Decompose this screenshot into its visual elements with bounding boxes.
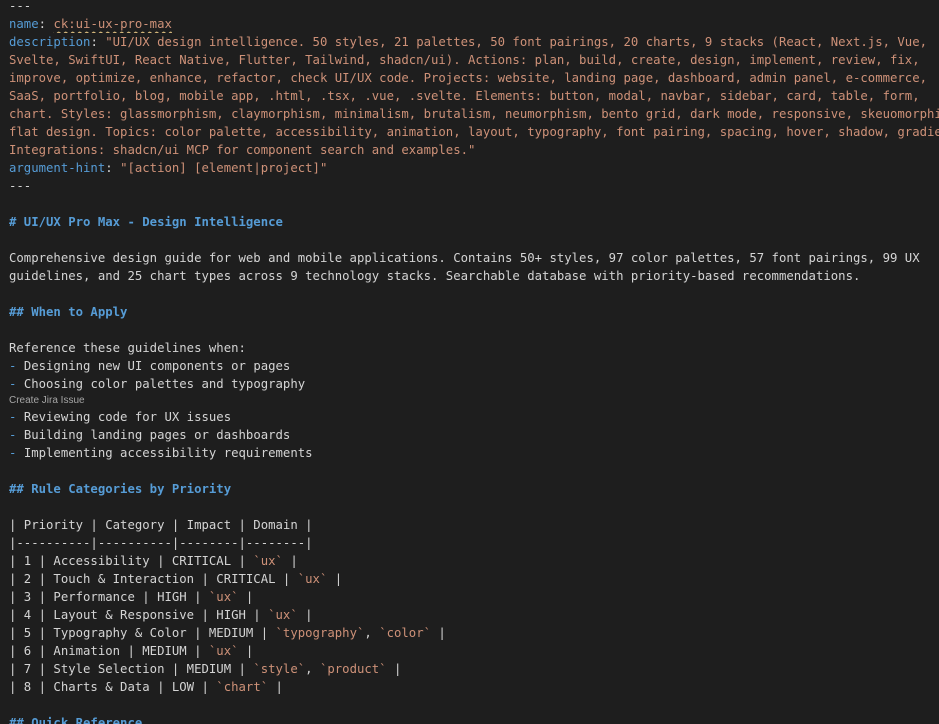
description-continuation: SaaS, portfolio, blog, mobile app, .html… <box>9 89 920 103</box>
domain-tag: `product` <box>319 662 387 676</box>
table-row-end: | <box>282 554 298 568</box>
list-item: - Building landing pages or dashboards <box>9 426 939 444</box>
when-intro: Reference these guidelines when: <box>9 341 246 355</box>
description-continuation: Svelte, SwiftUI, React Native, Flutter, … <box>9 53 920 67</box>
table-row-end: | <box>327 572 343 586</box>
table-row: | 1 | Accessibility | CRITICAL | `ux` | <box>9 552 939 570</box>
when-heading: ## When to Apply <box>9 305 128 319</box>
table-row: | 4 | Layout & Responsive | HIGH | `ux` … <box>9 606 939 624</box>
name-key: name <box>9 17 39 31</box>
codelens-create-jira-issue[interactable]: Create Jira Issue <box>9 395 85 407</box>
domain-tag: `ux` <box>208 644 239 658</box>
domain-tag: `ux` <box>208 590 239 604</box>
domain-tag: `chart` <box>216 680 269 694</box>
frontmatter-close: --- <box>9 179 32 193</box>
list-item-text: Implementing accessibility requirements <box>23 446 313 460</box>
description-continuation: chart. Styles: glassmorphism, claymorphi… <box>9 107 939 121</box>
domain-tag: `ux` <box>253 554 283 568</box>
table-row: | 5 | Typography & Color | MEDIUM | `typ… <box>9 626 446 640</box>
page-title: # UI/UX Pro Max - Design Intelligence <box>9 215 283 229</box>
frontmatter-hint-line: argument-hint: "[action] [element|projec… <box>9 161 328 175</box>
table-row-end: | <box>386 662 402 676</box>
table-row-end: | <box>238 644 254 658</box>
table-row-cells: | 7 | Style Selection | MEDIUM | <box>9 662 254 676</box>
table-row-cells: | 6 | Animation | MEDIUM | <box>9 644 209 658</box>
frontmatter-description-line: description: "UI/UX design intelligence.… <box>9 35 928 49</box>
intro-line: Comprehensive design guide for web and m… <box>9 251 920 265</box>
argument-hint-value: "[action] [element|project]" <box>120 161 328 175</box>
argument-hint-key: argument-hint <box>9 161 106 175</box>
table-header: | Priority | Category | Impact | Domain … <box>9 518 313 532</box>
domain-tag: `ux` <box>297 572 328 586</box>
table-row-end: | <box>268 680 283 694</box>
table-row-end: | <box>431 626 446 640</box>
list-item-text: Building landing pages or dashboards <box>23 428 291 442</box>
table-row: | 7 | Style Selection | MEDIUM | `style`… <box>9 662 402 676</box>
domain-tag: `style` <box>253 662 306 676</box>
intro-line: guidelines, and 25 chart types across 9 … <box>9 269 861 283</box>
table-row-end: | <box>297 608 313 622</box>
list-item: - Choosing color palettes and typography <box>9 375 939 393</box>
rules-heading: ## Rule Categories by Priority <box>9 482 232 496</box>
domain-tag: `typography` <box>275 626 365 640</box>
domain-tag: `ux` <box>268 608 298 622</box>
list-item-text: Reviewing code for UX issues <box>23 410 232 424</box>
table-row: | 6 | Animation | MEDIUM | `ux` | <box>9 642 939 660</box>
list-item-text: Designing new UI components or pages <box>23 359 291 373</box>
list-item: - Reviewing code for UX issues <box>9 408 939 426</box>
table-separator: |----------|----------|--------|--------… <box>9 536 313 550</box>
table-row-cells: | 3 | Performance | HIGH | <box>9 590 209 604</box>
name-value: ck:ui-ux-pro-max <box>53 17 172 31</box>
editor-pane[interactable]: --- name: ck:ui-ux-pro-max description: … <box>0 0 939 724</box>
list-item: - Designing new UI components or pages <box>9 357 939 375</box>
table-row: | 3 | Performance | HIGH | `ux` | <box>9 588 939 606</box>
description-continuation: flat design. Topics: color palette, acce… <box>9 125 939 139</box>
table-row-cells: | 1 | Accessibility | CRITICAL | <box>9 554 254 568</box>
frontmatter-open: --- <box>9 0 32 13</box>
table-row-cells: | 4 | Layout & Responsive | HIGH | <box>9 608 269 622</box>
table-row: | 2 | Touch & Interaction | CRITICAL | `… <box>9 570 939 588</box>
table-row: | 8 | Charts & Data | LOW | `chart` | <box>9 678 939 696</box>
domain-tag: `color` <box>379 626 432 640</box>
description-text: "UI/UX design intelligence. 50 styles, 2… <box>105 35 928 49</box>
quick-reference-heading: ## Quick Reference <box>9 716 143 724</box>
description-key: description <box>9 35 91 49</box>
table-row-cells: | 8 | Charts & Data | LOW | <box>9 680 217 694</box>
list-item-text: Choosing color palettes and typography <box>23 377 306 391</box>
list-item: - Implementing accessibility requirement… <box>9 444 939 462</box>
table-row-cells: | 5 | Typography & Color | MEDIUM | <box>9 626 276 640</box>
description-continuation: improve, optimize, enhance, refactor, ch… <box>9 71 928 85</box>
frontmatter-name-line: name: ck:ui-ux-pro-max <box>9 17 172 31</box>
description-continuation: Integrations: shadcn/ui MCP for componen… <box>9 143 476 157</box>
table-row-end: | <box>238 590 254 604</box>
table-row-cells: | 2 | Touch & Interaction | CRITICAL | <box>9 572 298 586</box>
